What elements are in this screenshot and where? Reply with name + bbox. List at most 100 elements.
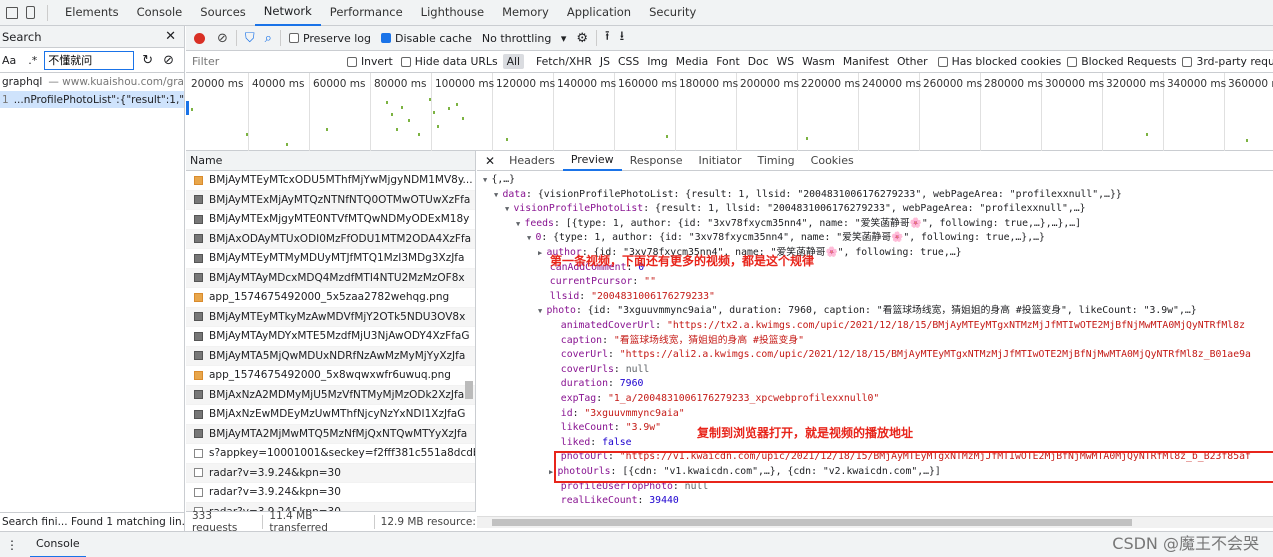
top-tab-sources[interactable]: Sources — [191, 0, 255, 25]
clear-log-icon[interactable]: ⊘ — [217, 31, 228, 46]
request-row[interactable]: BMjAyMTA5MjQwMDUxNDRfNzAwMzMyMjYyXzJfa — [186, 346, 475, 366]
request-row[interactable]: BMjAyMTExMjAyMTQzNTNfNTQ0OTMwOTUwXzFfa — [186, 190, 475, 210]
request-row[interactable]: radar?v=3.9.24&kpn=30 — [186, 483, 475, 503]
filter-type-js[interactable]: JS — [596, 55, 614, 68]
json-line[interactable]: ▼ {,…} — [483, 173, 515, 188]
json-line[interactable]: duration: 7960 — [549, 377, 644, 392]
name-column-header[interactable]: Name — [190, 154, 222, 167]
hide-data-urls-checkbox[interactable]: Hide data URLs — [400, 55, 498, 68]
json-line[interactable]: ▼ feeds: [{type: 1, author: {id: "3xv78f… — [516, 217, 1081, 232]
request-row[interactable]: BMjAyMTExMjgyMTE0NTVfMTQwNDMyODExM18y — [186, 210, 475, 230]
request-row[interactable]: BMjAyMTAyMDcxMDQ4MzdfMTI4NTU2MzMzOF8x — [186, 268, 475, 288]
json-line[interactable]: likeCount: "3.9w" — [549, 421, 661, 436]
request-row[interactable]: app_1574675492000_5x8wqwxwfr6uwuq.png — [186, 366, 475, 386]
throttling-select[interactable]: No throttling ▾ — [482, 32, 566, 45]
json-line[interactable]: ▼ 0: {type: 1, author: {id: "3xv78fxycm3… — [527, 231, 1045, 246]
request-name: BMjAyMTEyMTcxODU5MThfMjYwMjgyNDM1MV8y... — [209, 174, 473, 187]
third-party-checkbox[interactable]: 3rd-party requests — [1182, 55, 1273, 68]
top-tab-memory[interactable]: Memory — [493, 0, 558, 25]
tab-preview[interactable]: Preview — [562, 151, 622, 171]
search-input[interactable] — [44, 50, 135, 70]
filter-type-manifest[interactable]: Manifest — [839, 55, 893, 68]
tab-initiator[interactable]: Initiator — [691, 151, 750, 170]
json-line[interactable]: ▼ visionProfilePhotoList: {result: 1, ll… — [505, 202, 1086, 217]
search-result-line[interactable]: 1 ...nProfilePhotoList":{"result":1,"ll.… — [0, 91, 184, 108]
top-tab-elements[interactable]: Elements — [56, 0, 128, 25]
filter-type-media[interactable]: Media — [672, 55, 712, 68]
filter-type-other[interactable]: Other — [893, 55, 932, 68]
preserve-log-checkbox[interactable]: Preserve log — [288, 32, 371, 45]
request-row[interactable]: BMjAyMTEyMTcxODU5MThfMjYwMjgyNDM1MV8y... — [186, 171, 475, 191]
json-line[interactable]: currentPcursor: "" — [538, 275, 656, 290]
tab-cookies[interactable]: Cookies — [803, 151, 862, 170]
search-icon[interactable]: ⌕ — [265, 31, 272, 46]
refresh-icon[interactable]: ↻ — [142, 53, 153, 68]
top-tab-application[interactable]: Application — [558, 0, 640, 25]
search-result-file[interactable]: graphql — www.kuaishou.com/gra... — [0, 73, 184, 91]
request-row[interactable]: BMjAxNzA2MDMyMjU5MzVfNTMyMjMzODk2XzJfa — [186, 385, 475, 405]
request-row[interactable]: radar?v=3.9.24&kpn=30 — [186, 463, 475, 483]
top-tab-performance[interactable]: Performance — [321, 0, 412, 25]
timeline-request-mark — [506, 138, 508, 141]
json-line[interactable]: coverUrl: "https://ali2.a.kwimgs.com/upi… — [549, 348, 1251, 363]
inspect-element-icon[interactable] — [6, 6, 18, 19]
filter-type-ws[interactable]: WS — [773, 55, 799, 68]
request-row[interactable]: BMjAyMTAyMDYxMTE5MzdfMjU3NjAwODY4XzFfaG — [186, 327, 475, 347]
filter-input[interactable] — [190, 52, 337, 71]
import-har-icon[interactable]: ⭱ — [605, 27, 610, 49]
tab-response[interactable]: Response — [622, 151, 691, 170]
timeline-overview[interactable]: 20000 ms 40000 ms 60000 ms 80000 ms 100000 m… — [186, 73, 1273, 151]
top-tab-lighthouse[interactable]: Lighthouse — [412, 0, 493, 25]
top-tab-console[interactable]: Console — [128, 0, 192, 25]
console-drawer-tab[interactable]: Console — [30, 532, 86, 557]
invert-checkbox[interactable]: Invert — [347, 55, 393, 68]
filter-type-font[interactable]: Font — [712, 55, 744, 68]
json-key: realLikeCount — [560, 495, 638, 507]
request-row[interactable]: s?appkey=10001001&seckey=f2fff381c551a8d… — [186, 444, 475, 464]
drawer-menu-icon[interactable]: ⋮ — [6, 538, 18, 552]
json-line[interactable]: realLikeCount: 39440 — [549, 494, 679, 509]
json-line[interactable]: animatedCoverUrl: "https://tx2.a.kwimgs.… — [549, 319, 1245, 334]
list-scrollbar[interactable] — [465, 381, 473, 399]
request-row[interactable]: BMjAxNzEwMDEyMzUwMThfNjcyNzYxNDI1XzJfaG — [186, 405, 475, 425]
json-line[interactable]: coverUrls: null — [549, 363, 649, 378]
json-line[interactable]: llsid: "2004831006176279233" — [538, 290, 715, 305]
json-line[interactable]: ▼ data: {visionProfilePhotoList: {result… — [494, 188, 1122, 203]
clear-icon[interactable]: ⊘ — [163, 53, 174, 68]
request-row[interactable]: app_1574675492000_5x5zaa2782wehqg.png — [186, 288, 475, 308]
filter-all-button[interactable]: All — [502, 54, 524, 69]
tab-timing[interactable]: Timing — [749, 151, 802, 170]
close-details-icon[interactable]: ✕ — [477, 154, 501, 168]
filter-type-css[interactable]: CSS — [614, 55, 643, 68]
export-har-icon[interactable]: ⭳ — [620, 27, 625, 49]
filter-type-doc[interactable]: Doc — [744, 55, 773, 68]
network-conditions-icon[interactable]: ⚙ — [576, 31, 588, 46]
disable-cache-checkbox[interactable]: Disable cache — [381, 32, 472, 45]
json-line[interactable]: id: "3xguuvmmync9aia" — [549, 407, 685, 422]
top-tab-network[interactable]: Network — [254, 0, 321, 26]
preview-horizontal-scrollbar[interactable] — [477, 516, 1273, 528]
request-row[interactable]: BMjAyMTEyMTMyMDUyMTJfMTQ1MzI3MDg3XzJfa — [186, 249, 475, 269]
third-party-label: 3rd-party requests — [1196, 55, 1273, 68]
filter-icon[interactable]: ⛉ — [245, 31, 255, 46]
json-line[interactable]: liked: false — [549, 436, 632, 451]
tab-headers[interactable]: Headers — [501, 151, 563, 170]
match-case-toggle[interactable]: Aa — [2, 54, 16, 67]
blocked-requests-checkbox[interactable]: Blocked Requests — [1067, 55, 1176, 68]
top-tab-security[interactable]: Security — [640, 0, 705, 25]
filter-type-fetchxhr[interactable]: Fetch/XHR — [532, 55, 596, 68]
json-line[interactable]: ▼ photo: {id: "3xguuvmmync9aia", duratio… — [538, 304, 1197, 319]
filter-type-img[interactable]: Img — [643, 55, 672, 68]
json-line[interactable]: expTag: "1_a/2004831006176279233_xpcwebp… — [549, 392, 880, 407]
has-blocked-cookies-checkbox[interactable]: Has blocked cookies — [937, 55, 1061, 68]
request-row[interactable]: BMjAxODAyMTUxODI0MzFfODU1MTM2ODA4XzFfa — [186, 229, 475, 249]
json-key: coverUrls — [560, 363, 614, 375]
regex-toggle[interactable]: .* — [28, 54, 37, 67]
record-icon[interactable] — [194, 32, 205, 44]
device-toolbar-icon[interactable] — [26, 6, 35, 19]
request-row[interactable]: BMjAyMTA2MjMwMTQ5MzNfMjQxNTQwMTYyXzJfa — [186, 424, 475, 444]
request-row[interactable]: BMjAyMTEyMTkyMzAwMDVfMjY2OTk5NDU3OV8x — [186, 307, 475, 327]
filter-type-wasm[interactable]: Wasm — [798, 55, 839, 68]
json-line[interactable]: caption: "看篮球场线宽，猜姐姐的身高 #投篮变身" — [549, 334, 804, 349]
close-icon[interactable]: ✕ — [165, 29, 176, 44]
